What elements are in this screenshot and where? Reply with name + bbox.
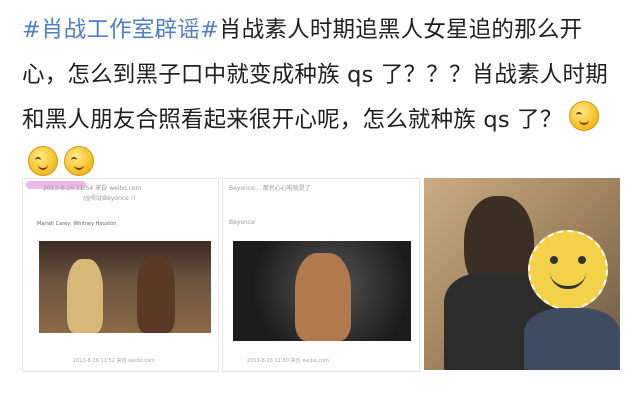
hashtag-link[interactable]: #肖战工作室辟谣#: [22, 17, 219, 43]
grin-emoji-icon: [28, 146, 58, 176]
concert-photo[interactable]: [233, 241, 411, 341]
post-body-snippet: Mariah Carey, Whitney Houston: [37, 221, 117, 227]
post-subheader: /@你比Beyonce !!: [83, 195, 136, 202]
person-body: [524, 308, 620, 370]
grin-emoji-icon: [568, 101, 599, 131]
performer-figure: [137, 255, 175, 333]
concert-photo[interactable]: [39, 241, 211, 333]
post-footer: 2013-8-26 11:52 来自 weibo.com: [73, 358, 156, 364]
grin-emoji-icon: [64, 146, 94, 176]
performer-figure: [67, 259, 103, 333]
post-meta: Beyonce… 那也心心啦就是了: [229, 185, 311, 192]
performer-figure: [295, 253, 351, 341]
post-footer: 2013-8-26 11:50 来自 weibo.com: [247, 358, 330, 364]
post-text: #肖战工作室辟谣#肖战素人时期追黑人女星追的那么开心，怎么到黑子口中就变成种族 …: [22, 8, 622, 188]
weibo-screenshot-1[interactable]: 2013-8-26 11:54 来自 weibo.com /@你比Beyonce…: [22, 178, 219, 372]
post-meta: 2013-8-26 11:54 来自 weibo.com: [43, 185, 142, 192]
group-photo[interactable]: [424, 178, 620, 370]
weibo-screenshot-2[interactable]: Beyonce… 那也心心啦就是了 Beyonce 2013-8-26 11:5…: [222, 178, 420, 372]
photo-background: [424, 178, 620, 370]
post-subheader: Beyonce: [229, 219, 255, 226]
smiley-sticker-icon: [528, 230, 608, 310]
